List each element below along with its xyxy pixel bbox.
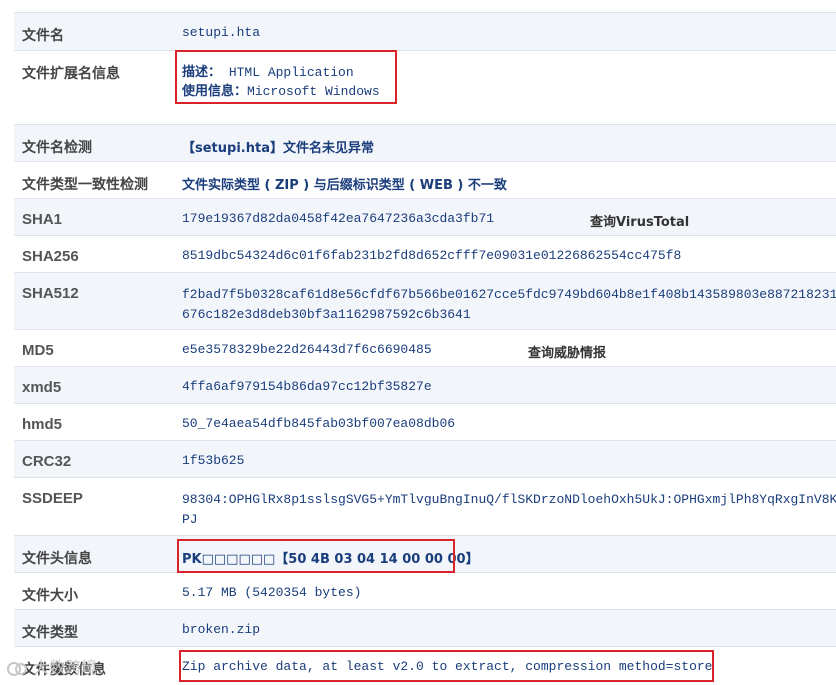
ftype-value: broken.zip xyxy=(182,622,261,637)
ssdeep-line-1: 98304:OPHGlRx8p1sslsgSVG5+YmTlvguBngInuQ… xyxy=(182,492,836,507)
row-filename: 文件名 setupi.hta xyxy=(14,13,836,51)
row-label: SHA512 xyxy=(22,285,79,302)
row-label: MD5 xyxy=(22,342,54,359)
row-xmd5: xmd5 4ffa6af979154b86da97cc12bf35827e xyxy=(14,367,836,404)
watermark: 大数跨境 xyxy=(6,654,97,678)
virustotal-link[interactable]: 查询VirusTotal xyxy=(590,211,689,230)
row-label: CRC32 xyxy=(22,453,72,470)
md5-value: e5e3578329be22d26443d7f6c6690485 xyxy=(182,342,432,357)
row-label: 文件名检测 xyxy=(22,139,92,155)
sha512-line-1: f2bad7f5b0328caf61d8e56cfdf67b566be01627… xyxy=(182,287,836,302)
row-crc32: CRC32 1f53b625 xyxy=(14,441,836,478)
watermark-logo-icon xyxy=(7,661,27,676)
row-header: 文件头信息 PK□□□□□□【50 4B 03 04 14 00 00 00】 xyxy=(14,536,836,573)
watermark-text: 大数跨境 xyxy=(33,658,98,677)
sha512-line-2: 676c182e3d8deb30bf3a1162987592c6b3641 xyxy=(182,307,471,322)
sha1-value-cell: 179e19367d82da0458f42ea7647236a3cda3fb71… xyxy=(182,199,836,230)
row-ext-info: 文件扩展名信息 描述： HTML Application 使用信息：Micros… xyxy=(14,50,836,125)
row-label: 文件大小 xyxy=(22,587,78,603)
file-info-table: 文件名 setupi.hta 文件扩展名信息 描述： HTML Applicat… xyxy=(14,12,836,685)
hmd5-value: 50_7e4aea54dfb845fab03bf007ea08db06 xyxy=(182,416,456,431)
row-name-check: 文件名检测 【setupi.hta】文件名未见异常 xyxy=(14,125,836,162)
crc32-value: 1f53b625 xyxy=(182,453,245,468)
row-label: 文件类型一致性检测 xyxy=(22,176,148,192)
row-sha1: SHA1 179e19367d82da0458f42ea7647236a3cda… xyxy=(14,199,836,236)
ssdeep-line-2: PJ xyxy=(182,512,198,527)
row-size: 文件大小 5.17 MB (5420354 bytes) xyxy=(14,573,836,610)
row-label: 文件头信息 xyxy=(22,550,92,566)
highlight-box xyxy=(175,50,397,104)
ssdeep-value: 98304:OPHGlRx8p1sslsgSVG5+YmTlvguBngInuQ… xyxy=(182,478,836,530)
sha1-value: 179e19367d82da0458f42ea7647236a3cda3fb71 xyxy=(182,211,495,226)
filename-value: setupi.hta xyxy=(182,25,261,40)
header-value-cell: PK□□□□□□【50 4B 03 04 14 00 00 00】 xyxy=(177,536,836,573)
size-value: 5.17 MB (5420354 bytes) xyxy=(182,585,362,600)
highlight-box xyxy=(179,650,714,682)
row-label: 文件扩展名信息 xyxy=(22,65,120,81)
row-label: SHA1 xyxy=(22,211,63,228)
sha512-value: f2bad7f5b0328caf61d8e56cfdf67b566be01627… xyxy=(182,273,836,325)
md5-value-cell: e5e3578329be22d26443d7f6c6690485 查询威胁情报 xyxy=(182,330,836,361)
threat-intel-link[interactable]: 查询威胁情报 xyxy=(528,342,606,361)
row-label: SHA256 xyxy=(22,248,79,265)
row-sha256: SHA256 8519dbc54324d6c01f6fab231b2fd8d65… xyxy=(14,236,836,273)
sha256-value: 8519dbc54324d6c01f6fab231b2fd8d652cfff7e… xyxy=(182,248,682,263)
row-sha512: SHA512 f2bad7f5b0328caf61d8e56cfdf67b566… xyxy=(14,273,836,330)
row-label: 文件名 xyxy=(22,27,64,43)
row-magic: 文件魔数信息 Zip archive data, at least v2.0 t… xyxy=(14,647,836,685)
type-consistency-value: 文件实际类型 ( ZIP ) 与后缀标识类型 ( WEB ) 不一致 xyxy=(182,178,507,193)
row-label: SSDEEP xyxy=(22,490,83,507)
row-hmd5: hmd5 50_7e4aea54dfb845fab03bf007ea08db06 xyxy=(14,404,836,441)
row-label: xmd5 xyxy=(22,379,62,396)
row-label: 文件类型 xyxy=(22,624,78,640)
row-type-consistency: 文件类型一致性检测 文件实际类型 ( ZIP ) 与后缀标识类型 ( WEB )… xyxy=(14,162,836,199)
highlight-box xyxy=(177,539,455,573)
name-check-value: 【setupi.hta】文件名未见异常 xyxy=(182,141,374,156)
ext-info-value: 描述： HTML Application 使用信息：Microsoft Wind… xyxy=(175,50,836,104)
row-ssdeep: SSDEEP 98304:OPHGlRx8p1sslsgSVG5+YmTlvgu… xyxy=(14,478,836,536)
xmd5-value: 4ffa6af979154b86da97cc12bf35827e xyxy=(182,379,432,394)
row-label: hmd5 xyxy=(22,416,63,433)
row-ftype: 文件类型 broken.zip xyxy=(14,610,836,647)
row-md5: MD5 e5e3578329be22d26443d7f6c6690485 查询威… xyxy=(14,330,836,367)
magic-value-cell: Zip archive data, at least v2.0 to extra… xyxy=(179,647,836,682)
